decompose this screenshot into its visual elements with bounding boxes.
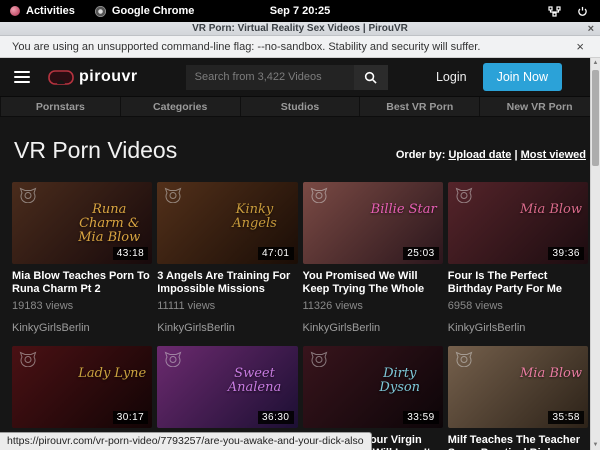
duration-badge: 30:17 xyxy=(113,411,149,424)
studio-cat-mask-icon xyxy=(164,351,182,367)
order-most-viewed-link[interactable]: Most viewed xyxy=(521,149,586,161)
order-by-label: Order by: xyxy=(396,149,446,161)
thumbnail-caption: Lady Lyne xyxy=(78,367,146,381)
thumbnail-caption: Dirty Dyson xyxy=(363,367,437,394)
studio-cat-mask-icon xyxy=(310,187,328,203)
main-nav: Pornstars Categories Studios Best VR Por… xyxy=(0,96,600,117)
video-card[interactable]: Kinky Angels 47:01 3 Angels Are Training… xyxy=(157,182,297,334)
logo-text: pirouvr xyxy=(79,68,138,86)
studio-link[interactable]: KinkyGirlsBerlin xyxy=(448,322,588,334)
order-by-controls: Order by: Upload date | Most viewed xyxy=(396,149,586,161)
search-icon xyxy=(364,71,377,84)
chrome-infobar: You are using an unsupported command-lin… xyxy=(0,36,600,58)
video-card[interactable]: Mia Blow 39:36 Four Is The Perfect Birth… xyxy=(448,182,588,334)
app-menu-label: Google Chrome xyxy=(112,5,195,17)
window-titlebar: VR Porn: Virtual Reality Sex Videos | Pi… xyxy=(0,22,600,36)
site-logo[interactable]: pirouvr xyxy=(48,68,138,86)
clock[interactable]: Sep 7 20:25 xyxy=(270,5,331,17)
video-card[interactable]: Runa Charm & Mia Blow 43:18 Mia Blow Tea… xyxy=(12,182,152,334)
duration-badge: 36:30 xyxy=(258,411,294,424)
scroll-down-icon[interactable] xyxy=(591,442,600,448)
join-now-button[interactable]: Join Now xyxy=(483,63,562,91)
power-icon[interactable] xyxy=(577,6,588,17)
activities-label: Activities xyxy=(26,5,75,17)
video-thumbnail[interactable]: Billie Star 25:03 xyxy=(303,182,443,264)
nav-item-categories[interactable]: Categories xyxy=(121,97,241,116)
duration-badge: 25:03 xyxy=(403,247,439,260)
thumbnail-caption: Billie Star xyxy=(371,203,437,217)
status-bar-url: https://pirouvr.com/vr-porn-video/779325… xyxy=(0,432,372,450)
view-count: 6958 views xyxy=(448,300,588,312)
nav-item-best-vr[interactable]: Best VR Porn xyxy=(360,97,480,116)
video-thumbnail[interactable]: Sweet Analena 36:30 xyxy=(157,346,297,428)
nav-item-pornstars[interactable]: Pornstars xyxy=(0,97,121,116)
distro-icon xyxy=(10,6,20,16)
video-thumbnail[interactable]: Runa Charm & Mia Blow 43:18 xyxy=(12,182,152,264)
video-thumbnail[interactable]: Lady Lyne 30:17 xyxy=(12,346,152,428)
view-count: 19183 views xyxy=(12,300,152,312)
infobar-message: You are using an unsupported command-lin… xyxy=(12,41,480,53)
studio-cat-mask-icon xyxy=(455,187,473,203)
search-bar xyxy=(186,65,388,90)
page-title: VR Porn Videos xyxy=(14,137,177,164)
duration-badge: 33:59 xyxy=(403,411,439,424)
page-viewport: pirouvr Login Join Now Pornstars Categor… xyxy=(0,58,600,450)
window-title: VR Porn: Virtual Reality Sex Videos | Pi… xyxy=(192,23,408,34)
order-upload-date-link[interactable]: Upload date xyxy=(448,149,511,161)
duration-badge: 39:36 xyxy=(548,247,584,260)
scroll-up-icon[interactable] xyxy=(591,60,600,66)
thumbnail-caption: Mia Blow xyxy=(520,367,582,381)
window-close-icon[interactable]: × xyxy=(588,22,594,36)
studio-cat-mask-icon xyxy=(310,351,328,367)
system-top-bar: Activities Google Chrome Sep 7 20:25 xyxy=(0,0,600,22)
nav-item-new-vr[interactable]: New VR Porn xyxy=(480,97,600,116)
studio-link[interactable]: KinkyGirlsBerlin xyxy=(303,322,443,334)
thumbnail-caption: Mia Blow xyxy=(520,203,582,217)
video-title[interactable]: Mia Blow Teaches Porn To Runa Charm Pt 2 xyxy=(12,270,152,296)
thumbnail-caption: Runa Charm & Mia Blow xyxy=(72,203,146,244)
view-count: 11111 views xyxy=(157,300,297,312)
network-icon[interactable] xyxy=(548,6,561,17)
video-thumbnail[interactable]: Kinky Angels 47:01 xyxy=(157,182,297,264)
nav-item-studios[interactable]: Studios xyxy=(241,97,361,116)
search-button[interactable] xyxy=(354,65,388,90)
activities-button[interactable]: Activities xyxy=(10,5,75,17)
studio-link[interactable]: KinkyGirlsBerlin xyxy=(157,322,297,334)
chrome-icon xyxy=(95,6,106,17)
studio-cat-mask-icon xyxy=(164,187,182,203)
duration-badge: 35:58 xyxy=(548,411,584,424)
video-thumbnail[interactable]: Dirty Dyson 33:59 xyxy=(303,346,443,428)
order-separator: | xyxy=(514,149,517,161)
video-grid: Runa Charm & Mia Blow 43:18 Mia Blow Tea… xyxy=(12,182,588,450)
video-card[interactable]: Mia Blow 35:58 Milf Teaches The Teacher … xyxy=(448,346,588,450)
content-area: VR Porn Videos Order by: Upload date | M… xyxy=(0,117,600,450)
video-thumbnail[interactable]: Mia Blow 39:36 xyxy=(448,182,588,264)
duration-badge: 47:01 xyxy=(258,247,294,260)
search-input[interactable] xyxy=(186,65,354,90)
video-card[interactable]: Billie Star 25:03 You Promised We Will K… xyxy=(303,182,443,334)
scrollbar-thumb[interactable] xyxy=(592,70,599,166)
infobar-close-icon[interactable]: × xyxy=(572,39,588,54)
menu-hamburger-icon[interactable] xyxy=(14,68,30,86)
site-header: pirouvr Login Join Now xyxy=(0,58,600,96)
vr-goggles-icon xyxy=(48,70,74,85)
video-title[interactable]: Milf Teaches The Teacher Some Practical … xyxy=(448,434,588,450)
video-title[interactable]: Four Is The Perfect Birthday Party For M… xyxy=(448,270,588,296)
studio-cat-mask-icon xyxy=(455,351,473,367)
video-title[interactable]: You Promised We Will Keep Trying The Who… xyxy=(303,270,443,296)
studio-cat-mask-icon xyxy=(19,351,37,367)
studio-cat-mask-icon xyxy=(19,187,37,203)
duration-badge: 43:18 xyxy=(113,247,149,260)
view-count: 11326 views xyxy=(303,300,443,312)
login-link[interactable]: Login xyxy=(436,70,467,84)
app-menu-button[interactable]: Google Chrome xyxy=(95,5,195,17)
video-thumbnail[interactable]: Mia Blow 35:58 xyxy=(448,346,588,428)
scrollbar[interactable] xyxy=(590,58,600,450)
thumbnail-caption: Sweet Analena xyxy=(218,367,292,394)
video-title[interactable]: 3 Angels Are Training For Impossible Mis… xyxy=(157,270,297,296)
studio-link[interactable]: KinkyGirlsBerlin xyxy=(12,322,152,334)
thumbnail-caption: Kinky Angels xyxy=(218,203,292,230)
